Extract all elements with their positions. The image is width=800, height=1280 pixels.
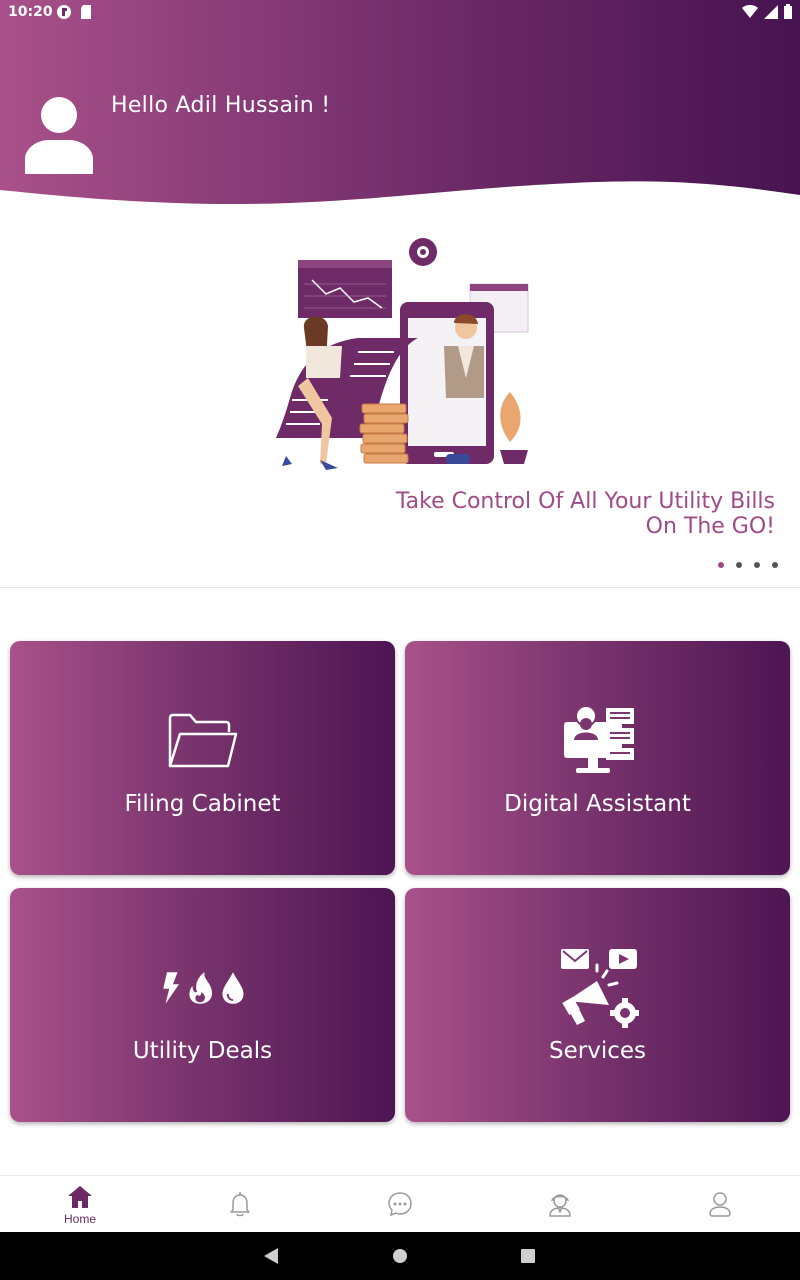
tile-label: Utility Deals [132, 1038, 273, 1064]
status-bar: 10:20 [0, 0, 800, 24]
bottom-navigation: Home [0, 1175, 800, 1232]
tile-label: Services [549, 1038, 646, 1064]
home-icon [68, 1185, 92, 1208]
cellular-signal-icon [764, 4, 778, 19]
nav-home-label: Home [63, 1211, 96, 1226]
services-tile[interactable]: Services [405, 888, 790, 1122]
app-notification-icon [57, 5, 71, 19]
sd-card-icon [81, 5, 91, 19]
services-icon [560, 949, 639, 1028]
home-button-icon[interactable] [392, 1246, 408, 1266]
nav-notifications[interactable] [160, 1176, 320, 1232]
carousel-headline: Take Control Of All Your Utility Bills O… [255, 489, 775, 539]
wifi-icon [742, 4, 758, 18]
greeting-text: Hello Adil Hussain ! [111, 93, 331, 118]
bell-icon [230, 1192, 250, 1217]
carousel-dot[interactable] [718, 562, 724, 568]
profile-icon [709, 1192, 731, 1217]
folder-icon [168, 713, 237, 768]
carousel-headline-line1: Take Control Of All Your Utility Bills [395, 489, 775, 514]
chat-icon [388, 1192, 412, 1217]
nav-profile[interactable] [640, 1176, 800, 1232]
support-agent-icon [549, 1194, 571, 1217]
battery-icon [784, 4, 792, 19]
carousel-dot[interactable] [754, 562, 760, 568]
header: 10:20 Hello Adil Hussain ! [0, 0, 800, 210]
back-icon[interactable] [262, 1246, 280, 1266]
filing-cabinet-tile[interactable]: Filing Cabinet [10, 641, 395, 875]
digital-assistant-tile[interactable]: Digital Assistant [405, 641, 790, 875]
avatar-icon[interactable] [24, 95, 94, 175]
assistant-icon [563, 705, 634, 773]
carousel-headline-line2: On The GO! [645, 514, 775, 539]
tile-label: Filing Cabinet [124, 791, 281, 817]
carousel-page-indicator [718, 562, 778, 568]
bills-illustration [276, 238, 529, 470]
nav-home[interactable]: Home [0, 1176, 160, 1232]
recents-icon[interactable] [520, 1246, 536, 1266]
utility-icon [162, 972, 243, 1004]
system-navigation-bar [0, 1232, 800, 1280]
status-time: 10:20 [8, 4, 53, 20]
carousel-dot[interactable] [772, 562, 778, 568]
nav-messages[interactable] [320, 1176, 480, 1232]
utility-deals-tile[interactable]: Utility Deals [10, 888, 395, 1122]
section-divider [0, 587, 800, 588]
tile-label: Digital Assistant [504, 791, 691, 817]
nav-support[interactable] [480, 1176, 640, 1232]
carousel-dot[interactable] [736, 562, 742, 568]
